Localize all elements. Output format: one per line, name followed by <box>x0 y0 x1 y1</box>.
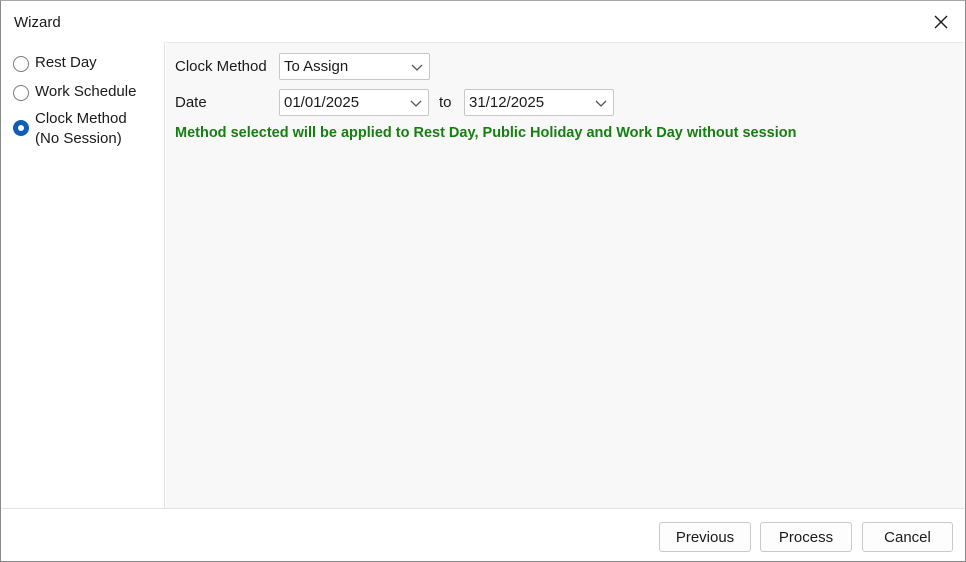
step-label-sub: (No Session) <box>35 130 122 147</box>
date-from-value: 01/01/2025 <box>284 94 360 111</box>
date-to-value: 31/12/2025 <box>469 94 545 111</box>
wizard-steps: Rest Day Work Schedule Clock Method (No … <box>2 42 165 508</box>
radio-clock-method[interactable] <box>13 120 29 136</box>
date-to-picker[interactable]: 31/12/2025 <box>464 89 614 116</box>
date-label: Date <box>175 94 207 111</box>
button-bar: Previous Process Cancel <box>2 508 964 561</box>
date-from-picker[interactable]: 01/01/2025 <box>279 89 429 116</box>
title-bar: Wizard <box>2 2 964 42</box>
step-label: Work Schedule <box>35 83 137 100</box>
radio-work-schedule[interactable] <box>13 85 29 101</box>
step-label: Rest Day <box>35 54 97 71</box>
cancel-button[interactable]: Cancel <box>862 522 953 552</box>
clock-method-label: Clock Method <box>175 58 267 75</box>
chevron-down-icon <box>595 100 607 107</box>
chevron-down-icon <box>410 100 422 107</box>
close-icon <box>934 15 948 29</box>
step-content: Clock Method To Assign Date 01/01/2025 t… <box>166 42 964 508</box>
clock-method-select[interactable]: To Assign <box>279 53 430 80</box>
previous-button[interactable]: Previous <box>659 522 751 552</box>
close-button[interactable] <box>930 11 952 33</box>
chevron-down-icon <box>411 64 423 71</box>
process-button[interactable]: Process <box>760 522 852 552</box>
radio-rest-day[interactable] <box>13 56 29 72</box>
step-label: Clock Method <box>35 110 127 127</box>
step-rest-day[interactable]: Rest Day <box>13 53 97 73</box>
to-label: to <box>439 94 452 111</box>
step-clock-method[interactable]: Clock Method (No Session) <box>13 109 127 149</box>
wizard-dialog: Wizard Rest Day Work Schedule Clock Meth… <box>0 0 966 562</box>
step-work-schedule[interactable]: Work Schedule <box>13 82 136 102</box>
window-title: Wizard <box>14 14 61 31</box>
step-label-wrap: Clock Method (No Session) <box>35 109 127 149</box>
notice-text: Method selected will be applied to Rest … <box>175 125 797 141</box>
clock-method-value: To Assign <box>284 58 349 75</box>
